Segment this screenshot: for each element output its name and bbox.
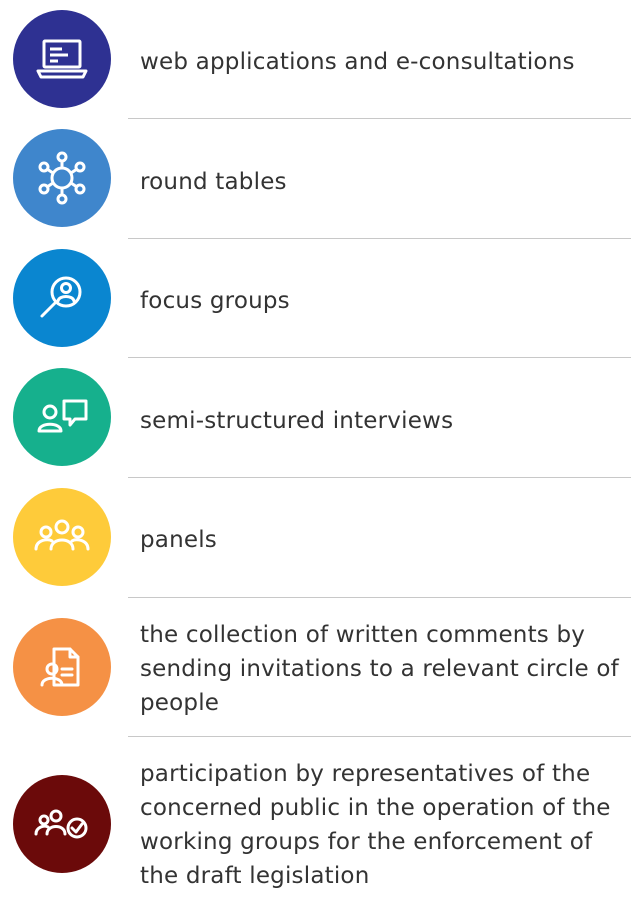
people-checkmark-icon <box>13 775 111 873</box>
divider <box>128 477 631 478</box>
divider <box>128 597 631 598</box>
list-item-label: panels <box>140 527 217 553</box>
divider <box>128 238 631 239</box>
person-document-icon <box>13 618 111 716</box>
list-item-label: the collection of written comments by se… <box>140 622 619 716</box>
divider <box>128 118 631 119</box>
list-item-label: round tables <box>140 169 287 195</box>
group-of-people-icon <box>13 488 111 586</box>
divider <box>128 736 631 737</box>
list-item-label: semi-structured interviews <box>140 408 454 434</box>
list-item-label: web applications and e-consultations <box>140 49 575 75</box>
person-speech-bubble-icon <box>13 368 111 466</box>
round-table-icon <box>13 129 111 227</box>
list-item-label: focus groups <box>140 288 290 314</box>
magnifier-person-icon <box>13 249 111 347</box>
list-item-label: participation by representatives of the … <box>140 761 611 889</box>
laptop-icon <box>13 10 111 108</box>
divider <box>128 357 631 358</box>
